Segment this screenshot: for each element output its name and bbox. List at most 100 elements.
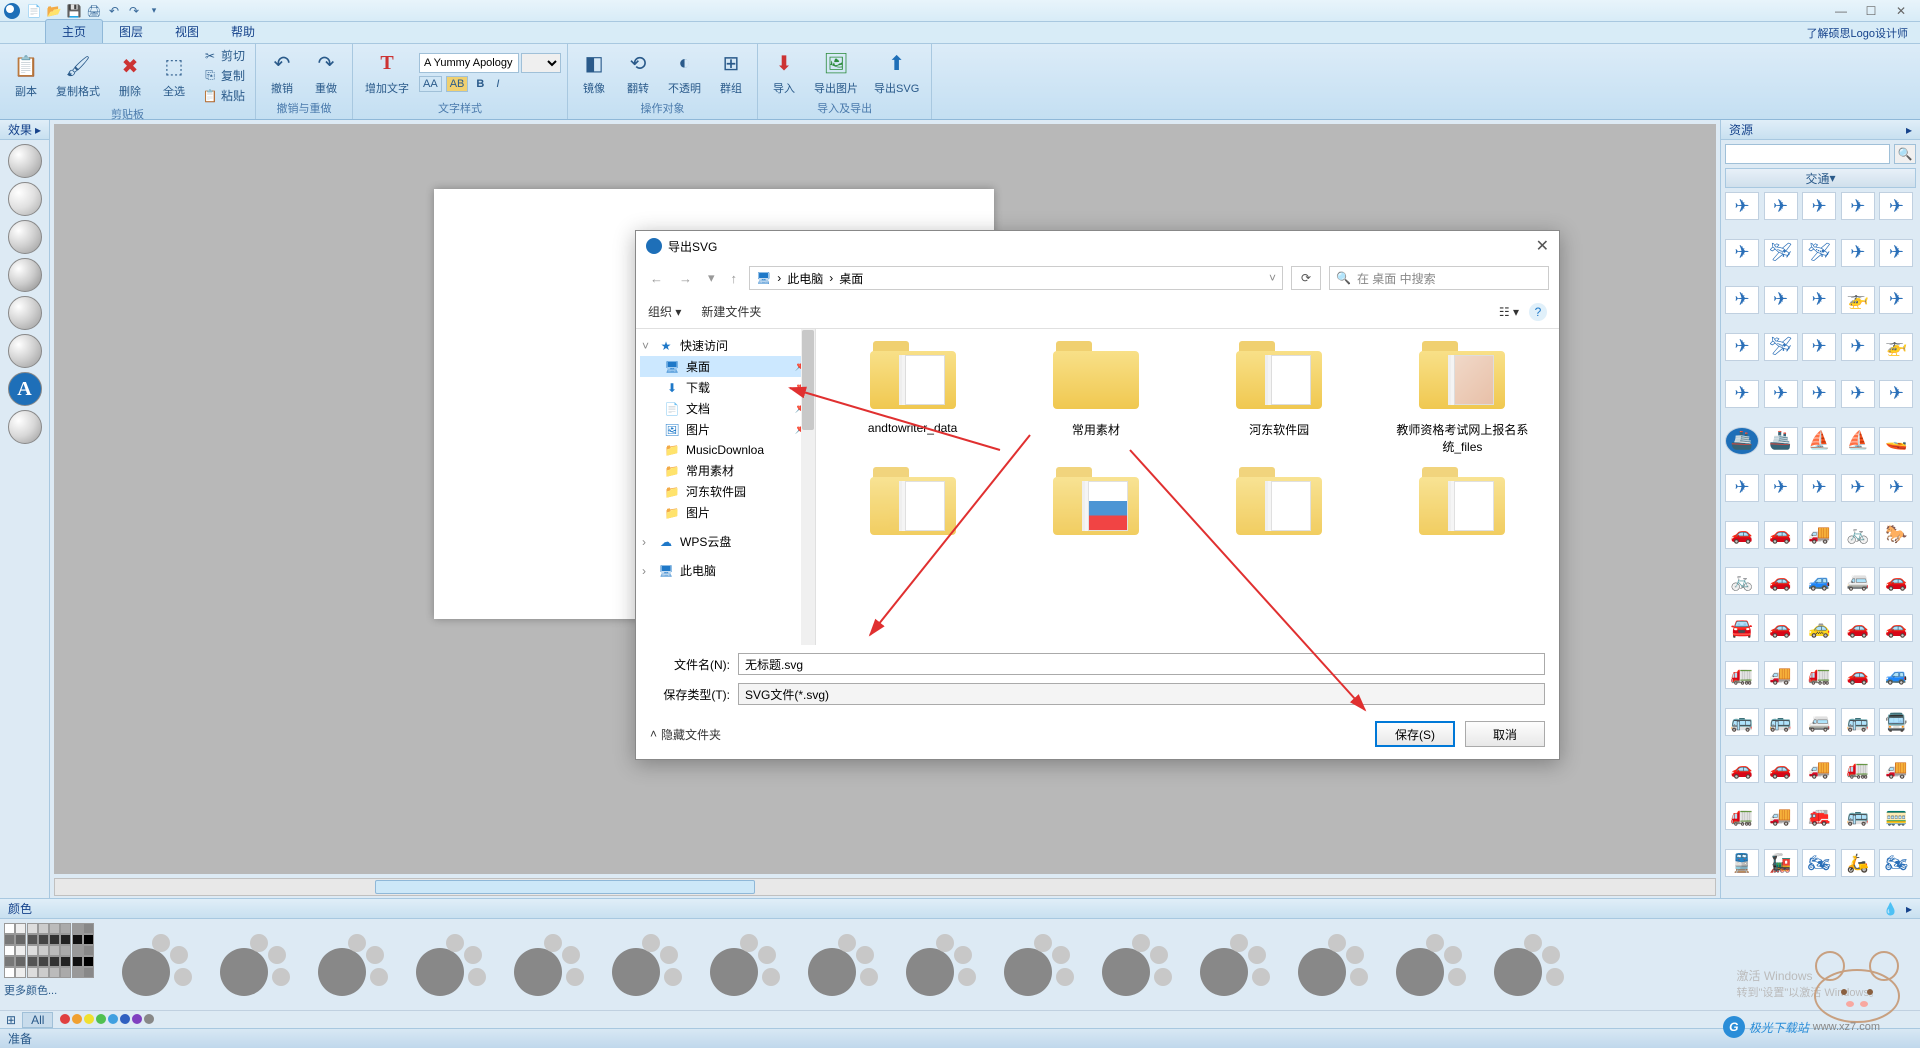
res-car-icon[interactable]: 🚗 bbox=[1725, 755, 1759, 783]
effect-letter-a[interactable]: A bbox=[8, 372, 42, 406]
res-truck-icon[interactable]: 🚛 bbox=[1725, 661, 1759, 689]
color-swatch[interactable] bbox=[4, 967, 15, 978]
refresh-button[interactable]: ⟳ bbox=[1291, 266, 1321, 290]
color-swatch[interactable] bbox=[27, 967, 38, 978]
res-bike-icon[interactable]: 🚲 bbox=[1725, 567, 1759, 595]
effect-sphere-3[interactable] bbox=[8, 220, 42, 254]
resource-search-input[interactable] bbox=[1725, 144, 1890, 164]
res-car-icon[interactable]: 🚗 bbox=[1764, 614, 1798, 642]
color-swatch[interactable] bbox=[27, 956, 38, 967]
color-swatch[interactable] bbox=[72, 967, 83, 978]
res-plane-icon[interactable]: ✈ bbox=[1725, 239, 1759, 267]
color-swatch[interactable] bbox=[15, 967, 26, 978]
res-plane-icon[interactable]: ✈ bbox=[1725, 286, 1759, 314]
res-jet-icon[interactable]: 🛩 bbox=[1802, 239, 1836, 267]
res-plane-icon[interactable]: ✈ bbox=[1802, 286, 1836, 314]
res-car-icon[interactable]: 🚗 bbox=[1841, 614, 1875, 642]
color-swatch[interactable] bbox=[38, 967, 49, 978]
opacity-button[interactable]: ◐不透明 bbox=[662, 48, 707, 98]
color-swatch[interactable] bbox=[60, 945, 71, 956]
filter-colors[interactable] bbox=[59, 1013, 155, 1027]
tab-help[interactable]: 帮助 bbox=[215, 20, 271, 43]
effect-sphere-1[interactable] bbox=[8, 144, 42, 178]
dialog-close-button[interactable]: ✕ bbox=[1536, 236, 1549, 256]
color-swatch[interactable] bbox=[15, 923, 26, 934]
nav-back-icon[interactable]: ← bbox=[646, 271, 667, 286]
copy2-button[interactable]: ⎘复制 bbox=[198, 66, 249, 85]
res-car-icon[interactable]: 🚘 bbox=[1725, 614, 1759, 642]
color-swatch[interactable] bbox=[27, 945, 38, 956]
cut-button[interactable]: ✂剪切 bbox=[198, 46, 249, 65]
about-link[interactable]: 了解硕思Logo设计师 bbox=[1807, 25, 1908, 41]
pattern-paw[interactable] bbox=[1200, 934, 1270, 996]
res-jet-icon[interactable]: 🛩 bbox=[1764, 239, 1798, 267]
color-swatch[interactable] bbox=[49, 967, 60, 978]
res-plane-icon[interactable]: ✈ bbox=[1879, 192, 1913, 220]
export-svg-button[interactable]: ⬆导出SVG bbox=[868, 48, 925, 98]
tree-documents[interactable]: 📄文档📌 bbox=[640, 398, 811, 419]
pattern-paw[interactable] bbox=[1396, 934, 1466, 996]
color-swatch[interactable] bbox=[38, 923, 49, 934]
color-swatch[interactable] bbox=[4, 956, 15, 967]
res-plane-icon[interactable]: ✈ bbox=[1879, 474, 1913, 502]
pattern-paw[interactable] bbox=[220, 934, 290, 996]
pattern-paw[interactable] bbox=[906, 934, 976, 996]
effect-sphere-2[interactable] bbox=[8, 182, 42, 216]
tab-home[interactable]: 主页 bbox=[45, 19, 103, 43]
pattern-paw[interactable] bbox=[416, 934, 486, 996]
filter-grid-icon[interactable]: ⊞ bbox=[6, 1013, 16, 1027]
res-bus-icon[interactable]: 🚌 bbox=[1725, 708, 1759, 736]
color-swatch[interactable] bbox=[72, 934, 83, 945]
res-plane-icon[interactable]: ✈ bbox=[1764, 474, 1798, 502]
import-button[interactable]: ⬇导入 bbox=[764, 48, 804, 98]
res-moto-icon[interactable]: 🏍 bbox=[1879, 849, 1913, 877]
res-plane-icon[interactable]: ✈ bbox=[1879, 286, 1913, 314]
tree-this-pc[interactable]: ›🖥此电脑 bbox=[640, 560, 811, 581]
pin-icon[interactable]: ▸ bbox=[1906, 123, 1912, 137]
help-icon[interactable]: ? bbox=[1529, 303, 1547, 321]
more-colors-link[interactable]: 更多颜色... bbox=[4, 982, 94, 998]
tree-music[interactable]: 📁MusicDownloa bbox=[640, 440, 811, 460]
dialog-search[interactable]: 🔍 在 桌面 中搜索 bbox=[1329, 266, 1549, 290]
res-bus-icon[interactable]: 🚐 bbox=[1802, 708, 1836, 736]
color-swatch[interactable] bbox=[83, 923, 94, 934]
res-plane-icon[interactable]: ✈ bbox=[1802, 192, 1836, 220]
res-car-icon[interactable]: 🚗 bbox=[1725, 521, 1759, 549]
aa-button[interactable]: AA bbox=[419, 76, 442, 92]
res-heli-icon[interactable]: 🚁 bbox=[1841, 286, 1875, 314]
tree-folder[interactable]: 📁河东软件园 bbox=[640, 481, 811, 502]
res-truck-icon[interactable]: 🚛 bbox=[1802, 661, 1836, 689]
res-truck-icon[interactable]: 🚚 bbox=[1802, 521, 1836, 549]
breadcrumb[interactable]: 桌面 bbox=[839, 270, 863, 287]
resource-search-button[interactable]: 🔍 bbox=[1894, 144, 1916, 164]
color-swatch[interactable] bbox=[4, 923, 15, 934]
res-truck-icon[interactable]: 🚚 bbox=[1764, 661, 1798, 689]
res-train-icon[interactable]: 🚆 bbox=[1725, 849, 1759, 877]
save-button[interactable]: 保存(S) bbox=[1375, 721, 1455, 747]
color-swatch[interactable] bbox=[60, 956, 71, 967]
minimize-button[interactable]: — bbox=[1826, 4, 1856, 18]
resource-category[interactable]: 交通 ▾ bbox=[1725, 168, 1916, 188]
color-swatch[interactable] bbox=[27, 923, 38, 934]
color-swatch[interactable] bbox=[72, 923, 83, 934]
res-plane-icon[interactable]: ✈ bbox=[1841, 380, 1875, 408]
color-swatch[interactable] bbox=[15, 945, 26, 956]
h-scrollbar[interactable] bbox=[54, 878, 1716, 896]
tree-desktop[interactable]: 🖥桌面📌 bbox=[640, 356, 811, 377]
tab-layer[interactable]: 图层 bbox=[103, 20, 159, 43]
color-swatch[interactable] bbox=[83, 945, 94, 956]
file-folder[interactable] bbox=[1376, 465, 1549, 527]
pattern-paw[interactable] bbox=[1004, 934, 1074, 996]
color-swatch[interactable] bbox=[60, 967, 71, 978]
file-folder[interactable] bbox=[826, 465, 999, 527]
nav-fwd-icon[interactable]: → bbox=[675, 271, 696, 286]
color-swatch[interactable] bbox=[72, 945, 83, 956]
filter-all[interactable]: All bbox=[22, 1012, 53, 1028]
res-plane-icon[interactable]: ✈ bbox=[1802, 380, 1836, 408]
pattern-paw[interactable] bbox=[318, 934, 388, 996]
hide-folders-toggle[interactable]: ˄隐藏文件夹 bbox=[650, 726, 721, 743]
eyedropper-icon[interactable]: 💧 bbox=[1883, 902, 1898, 916]
qat-new-icon[interactable]: 📄 bbox=[25, 2, 43, 20]
res-plane-icon[interactable]: ✈ bbox=[1725, 380, 1759, 408]
nav-up-icon[interactable]: ↑ bbox=[727, 271, 742, 286]
